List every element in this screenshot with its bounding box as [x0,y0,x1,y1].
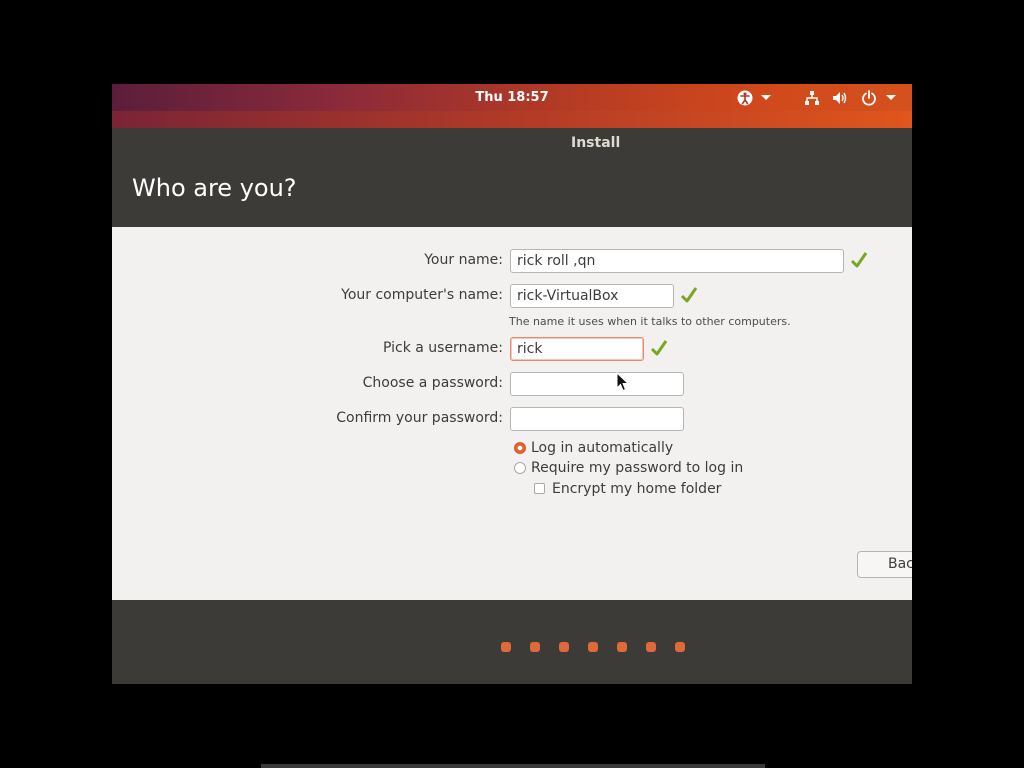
clock[interactable]: Thu 18:57 [112,84,912,111]
chevron-down-icon[interactable] [760,84,772,111]
chevron-down-icon[interactable] [885,84,897,111]
progress-dot [559,642,569,652]
progress-footer [112,600,912,684]
progress-dot [530,642,540,652]
progress-dot [588,642,598,652]
window-title: Install [571,135,621,151]
name-label: Your name: [424,252,503,268]
name-input[interactable] [510,249,844,273]
page-title: Who are you? [132,174,297,202]
computer-name-input[interactable] [510,284,674,308]
volume-icon[interactable] [830,84,850,111]
top-panel: Thu 18:57 [112,84,912,111]
desktop-screen: Thu 18:57 Install Who are you? Your name… [112,84,912,684]
accessibility-icon[interactable] [735,84,755,111]
check-icon [650,340,668,356]
progress-dot [646,642,656,652]
vm-status-bar [261,764,765,768]
require-password-radio[interactable] [514,462,526,474]
computer-name-hint: The name it uses when it talks to other … [509,315,791,328]
check-icon [680,287,698,303]
password-label: Choose a password: [362,375,503,391]
computer-name-label: Your computer's name: [341,287,503,303]
installer-window: Install Who are you? Your name: Your com… [112,111,912,684]
username-input[interactable] [510,337,644,361]
require-password-label[interactable]: Require my password to log in [531,460,743,476]
confirm-password-input[interactable] [510,407,684,431]
login-automatically-label[interactable]: Log in automatically [531,440,673,456]
user-form: Your name: Your computer's name: The nam… [112,227,912,600]
password-input[interactable] [510,372,684,396]
encrypt-home-checkbox[interactable] [534,483,545,494]
power-icon[interactable] [859,84,879,111]
login-automatically-radio[interactable] [514,442,526,454]
mouse-pointer-icon [616,372,629,392]
back-button[interactable]: Back [857,551,912,578]
page-header: Who are you? [112,158,912,227]
network-icon[interactable] [802,84,822,111]
confirm-password-label: Confirm your password: [336,410,503,426]
window-titlebar[interactable]: Install [112,128,912,158]
progress-dot [675,642,685,652]
wallpaper [112,111,912,128]
progress-dot [617,642,627,652]
encrypt-home-label[interactable]: Encrypt my home folder [552,481,721,497]
check-icon [850,252,868,268]
username-label: Pick a username: [382,340,503,356]
progress-dot [501,642,511,652]
